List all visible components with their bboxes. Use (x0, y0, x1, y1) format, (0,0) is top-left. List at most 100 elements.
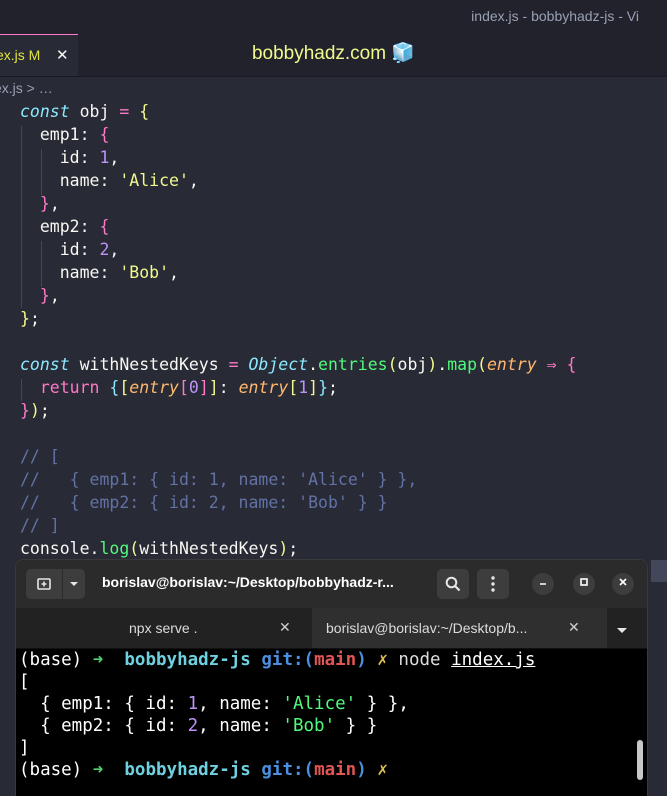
terminal-tab-label: npx serve . (129, 620, 198, 636)
code-line: emp2: { (20, 215, 576, 238)
code-token: ⇒ (546, 355, 557, 374)
code-token: 'Alice' (282, 694, 357, 714)
code-token: main (314, 760, 357, 780)
code-token: = (228, 355, 239, 374)
breadcrumb[interactable]: ex.js > … (0, 80, 53, 96)
close-window-button[interactable] (612, 573, 634, 595)
code-token: { emp2: { id: (19, 716, 188, 736)
code-token: 0 (188, 378, 199, 397)
code-token: name: (20, 171, 120, 190)
code-token: return (39, 378, 100, 397)
code-token: name: (20, 263, 120, 282)
minimize-icon (540, 583, 546, 585)
code-token: entry (129, 378, 179, 397)
terminal-line: (base) ➜ bobbyhadz-js git:(main) ✗ (19, 759, 535, 781)
code-token: 1 (187, 694, 199, 714)
code-token: withNestedKeys (69, 355, 229, 374)
terminal-scrollbar[interactable] (637, 740, 643, 780)
code-line: name: 'Alice', (20, 169, 576, 192)
maximize-button[interactable] (573, 573, 595, 595)
editor-scrollbar[interactable] (651, 560, 667, 582)
terminal-tab-label: borislav@borislav:~/Desktop/b... (326, 620, 528, 636)
code-token: ) (278, 539, 289, 558)
terminal-window: borislav@borislav:~/Desktop/bobbyhadz-r.… (16, 560, 647, 796)
code-token: (base) (19, 650, 93, 670)
more-button[interactable] (477, 569, 509, 599)
terminal-tab-borislav[interactable]: borislav@borislav:~/Desktop/b... ✕ (312, 608, 607, 648)
code-token: // { emp2: { id: 2, name: 'Bob' } } (20, 493, 388, 512)
code-token: ; (39, 401, 50, 420)
minimize-button[interactable] (532, 573, 554, 595)
chevron-down-icon (617, 628, 627, 633)
code-token: Object (248, 355, 309, 374)
code-line: const obj = { (20, 100, 576, 123)
code-token: ✗ (377, 760, 388, 780)
code-token: entry (486, 355, 537, 374)
code-token: , (109, 240, 120, 259)
code-token: , (109, 148, 120, 167)
terminal-output[interactable]: (base) ➜ bobbyhadz-js git:(main) ✗ node … (19, 649, 535, 781)
code-token: 2 (99, 240, 110, 259)
code-token: (base) (19, 760, 93, 780)
code-token: } (318, 378, 329, 397)
code-token: ) (356, 650, 367, 670)
code-token: { (139, 102, 150, 121)
code-line: }, (20, 284, 576, 307)
code-editor[interactable]: const obj = { emp1: { id: 1, name: 'Alic… (20, 100, 576, 560)
code-token: { (566, 355, 577, 374)
code-token: id: (20, 148, 100, 167)
chevron-down-icon (70, 582, 78, 586)
code-line: console.log(withNestedKeys); (20, 537, 576, 560)
code-token: ) (356, 760, 367, 780)
code-line: id: 2, (20, 238, 576, 261)
window-titlebar: index.js - bobbyhadz-js - Vi (0, 0, 667, 34)
code-token: , (169, 263, 179, 282)
code-token: [ (19, 672, 30, 692)
code-token: withNestedKeys (139, 539, 279, 558)
code-line: }); (20, 399, 576, 422)
maximize-icon (580, 578, 588, 586)
terminal-line: (base) ➜ bobbyhadz-js git:(main) ✗ node … (19, 649, 535, 671)
code-token: . (437, 355, 448, 374)
tab-menu-button[interactable] (63, 569, 85, 599)
code-token: emp2: (20, 217, 100, 236)
code-token: { emp1: { id: (19, 694, 188, 714)
code-token: . (308, 355, 319, 374)
close-icon[interactable]: ✕ (279, 619, 291, 636)
code-token: main (314, 650, 357, 670)
code-token: obj (69, 102, 120, 121)
tab-list-button[interactable] (616, 622, 628, 638)
code-token: 'Alice' (119, 171, 189, 190)
code-token: 2 (187, 716, 199, 736)
code-token: } } (335, 716, 378, 736)
code-token: { (99, 217, 110, 236)
terminal-title: borislav@borislav:~/Desktop/bobbyhadz-r.… (102, 574, 394, 590)
code-token: ✗ (377, 650, 388, 670)
code-token: bobbyhadz-js (124, 650, 251, 670)
code-token: : (218, 378, 239, 397)
code-token: } (20, 401, 30, 420)
code-token: , (49, 194, 60, 213)
code-token: 'Bob' (282, 716, 336, 736)
new-tab-icon (37, 578, 51, 590)
code-token: [ (119, 378, 130, 397)
code-token: , name: (198, 716, 283, 736)
search-button[interactable] (437, 569, 469, 599)
code-token: ; (288, 539, 299, 558)
new-tab-button[interactable] (26, 569, 62, 599)
code-token: entry (238, 378, 289, 397)
code-token: node (398, 650, 441, 670)
code-line: // ] (20, 514, 576, 537)
close-icon[interactable]: ✕ (568, 619, 580, 636)
terminal-tab-npx-serve[interactable]: npx serve . ✕ (16, 608, 312, 648)
code-line: // [ (20, 445, 576, 468)
code-token: index.js (451, 650, 536, 670)
code-token: ] (19, 738, 30, 758)
code-token: obj (397, 355, 428, 374)
site-title: bobbyhadz.com (251, 43, 387, 64)
